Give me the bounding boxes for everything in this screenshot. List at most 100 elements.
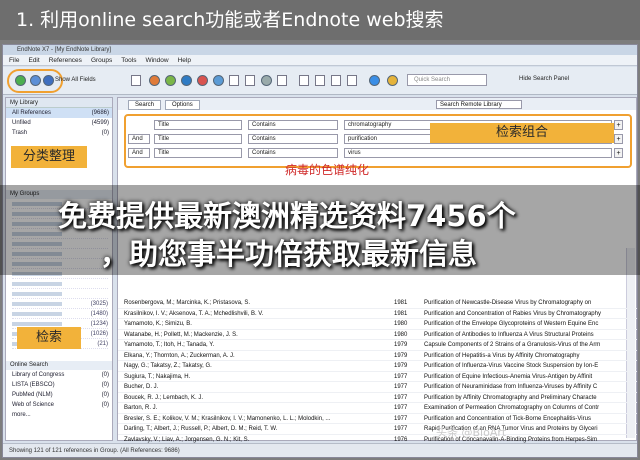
operator-select[interactable]: Contains: [248, 120, 338, 130]
my-library-header[interactable]: My Library: [6, 98, 112, 108]
unfiled-item[interactable]: Unfiled (4599): [6, 118, 112, 128]
title-cell: Purification of Neuraminidase from Influ…: [424, 384, 598, 390]
quick-search-input[interactable]: Quick Search: [407, 74, 487, 86]
field-select[interactable]: Title: [154, 120, 242, 130]
field-select[interactable]: Title: [154, 148, 242, 158]
all-references-item[interactable]: All References (9686): [6, 108, 112, 118]
add-row-button[interactable]: +: [614, 134, 623, 144]
menu-tools[interactable]: Tools: [121, 55, 136, 65]
table-row[interactable]: Elkana, Y.; Thornton, A.; Zuckerman, A. …: [118, 351, 637, 361]
title-cell: Purification of Hepatitis-a Virus by Aff…: [424, 352, 580, 359]
export-icon[interactable]: [213, 75, 224, 86]
bool-select[interactable]: And: [128, 148, 150, 158]
year-cell: 1980: [394, 331, 408, 338]
add-row-button[interactable]: +: [614, 148, 623, 158]
title-cell: Purification of Equine Infectious-Anemia…: [424, 373, 593, 380]
table-row[interactable]: Bresler, S. E.; Kolikov, V. M.; Krasilni…: [118, 414, 637, 424]
group-item[interactable]: (3025): [12, 299, 108, 309]
new-reference-icon[interactable]: [229, 75, 239, 86]
insert-citation-icon[interactable]: [347, 75, 357, 86]
online-item-label: Library of Congress: [12, 372, 65, 378]
online-item-label: Web of Science: [12, 402, 54, 408]
search-remote-library-select[interactable]: Search Remote Library: [436, 100, 522, 109]
group-item[interactable]: [12, 289, 108, 299]
author-cell: Darling, T.; Albert, J.; Russell, P.; Al…: [124, 426, 278, 432]
title-cell: Purification and Concentration of Tick-B…: [424, 415, 591, 422]
bool-select[interactable]: And: [128, 134, 150, 144]
hide-search-panel-button[interactable]: Hide Search Panel: [519, 76, 569, 82]
tab-search[interactable]: Search: [128, 100, 162, 110]
year-cell: 1977: [394, 415, 408, 422]
operator-select[interactable]: Contains: [248, 134, 338, 144]
online-search-icon-2[interactable]: [149, 75, 160, 86]
format-icon[interactable]: [315, 75, 325, 86]
group-item[interactable]: [12, 279, 108, 289]
year-cell: 1980: [394, 321, 408, 327]
author-cell: Bucher, D. J.: [124, 384, 159, 390]
group-count: (1026): [90, 331, 108, 337]
operator-select[interactable]: Contains: [248, 148, 338, 158]
local-library-icon[interactable]: [15, 75, 26, 86]
title-cell: Examination of Permeation Chromatography…: [424, 405, 600, 411]
year-cell: 1977: [394, 394, 408, 401]
open-link-icon[interactable]: [277, 75, 287, 86]
pdf-icon[interactable]: [299, 75, 309, 86]
find-fulltext-icon[interactable]: [165, 75, 176, 86]
cite-icon[interactable]: [331, 75, 341, 86]
online-more-label: more...: [12, 412, 31, 418]
online-pubmed[interactable]: PubMed (NLM) (0): [6, 390, 112, 400]
link-icon[interactable]: [261, 75, 272, 86]
table-row[interactable]: Yamamoto, T.; Itoh, H.; Tanada, Y. 1979 Ca…: [118, 340, 637, 351]
online-library-of-congress[interactable]: Library of Congress (0): [6, 370, 112, 380]
copy-icon[interactable]: [131, 75, 141, 86]
menu-groups[interactable]: Groups: [91, 55, 112, 65]
combo-tag: 检索组合: [430, 123, 614, 143]
online-lista[interactable]: LISTA (EBSCO) (0): [6, 380, 112, 390]
table-row[interactable]: Rosenbergova, M.; Marcinka, K.; Pristaso…: [118, 298, 637, 309]
tab-options[interactable]: Options: [165, 100, 200, 110]
search-tabs: Search Options: [118, 98, 636, 110]
term-input[interactable]: virus: [344, 148, 612, 158]
ad-overlay-banner: 免费提供最新澳洲精选资料7456个 ，助您事半功倍获取最新信息: [0, 185, 640, 275]
menu-bar: File Edit References Groups Tools Window…: [3, 55, 637, 66]
table-row[interactable]: Krasilnikov, I. V.; Aksenova, T. A.; Mch…: [118, 309, 637, 319]
year-cell: 1977: [394, 426, 408, 432]
sync-icon[interactable]: [369, 75, 380, 86]
author-cell: Krasilnikov, I. V.; Aksenova, T. A.; Mch…: [124, 310, 264, 317]
table-row[interactable]: Sugiura, T.; Nakajima, H. 1977 Purificatio…: [118, 372, 637, 382]
group-item[interactable]: (1480): [12, 309, 108, 319]
table-row[interactable]: Yamamoto, K.; Simizu, B. 1980 Purification…: [118, 319, 637, 330]
field-select[interactable]: Title: [154, 134, 242, 144]
table-row[interactable]: Boucek, R. J.; Lembach, K. J. 1977 Purific…: [118, 393, 637, 403]
table-row[interactable]: Barton, R. J. 1977 Examination of Permeati…: [118, 403, 637, 414]
online-search-header[interactable]: Online Search: [6, 361, 112, 370]
online-more[interactable]: more...: [6, 410, 112, 420]
trash-item[interactable]: Trash (0): [6, 128, 112, 138]
author-cell: Bresler, S. E.; Kolikov, V. M.; Krasilni…: [124, 415, 331, 422]
online-item-label: LISTA (EBSCO): [12, 382, 55, 388]
author-cell: Yamamoto, T.; Itoh, H.; Tanada, Y.: [124, 342, 215, 348]
search-icon[interactable]: [181, 75, 192, 86]
menu-edit[interactable]: Edit: [28, 55, 39, 65]
attach-file-icon[interactable]: [245, 75, 255, 86]
menu-window[interactable]: Window: [145, 55, 168, 65]
online-item-count: (0): [101, 372, 109, 378]
table-row[interactable]: Watanabe, H.; Pollett, M.; Mackenzie, J.…: [118, 330, 637, 340]
menu-file[interactable]: File: [9, 55, 19, 65]
window-title: EndNote X7 - [My EndNote Library]: [3, 45, 637, 55]
table-row[interactable]: Darling, T.; Albert, J.; Russell, P.; Al…: [118, 424, 637, 435]
title-cell: Purification of Antibodies to Influenza …: [424, 331, 594, 338]
import-icon[interactable]: [197, 75, 208, 86]
help-icon[interactable]: [387, 75, 398, 86]
menu-references[interactable]: References: [49, 55, 82, 65]
add-row-button[interactable]: +: [614, 120, 623, 130]
menu-help[interactable]: Help: [178, 55, 191, 65]
online-search-icon[interactable]: [30, 75, 41, 86]
author-cell: Nagy, G.; Takatsy, Z.; Takatsy, G.: [124, 363, 212, 369]
title-cell: Purification and Concentration of Rabies…: [424, 310, 601, 317]
table-row[interactable]: Nagy, G.; Takatsy, Z.; Takatsy, G. 1979 Pu…: [118, 361, 637, 372]
table-row[interactable]: Bucher, D. J. 1977 Purification of Neurami…: [118, 382, 637, 393]
show-all-fields-select[interactable]: Show All Fields: [55, 77, 96, 83]
online-web-of-science[interactable]: Web of Science (0): [6, 400, 112, 410]
integrated-library-icon[interactable]: [43, 75, 54, 86]
